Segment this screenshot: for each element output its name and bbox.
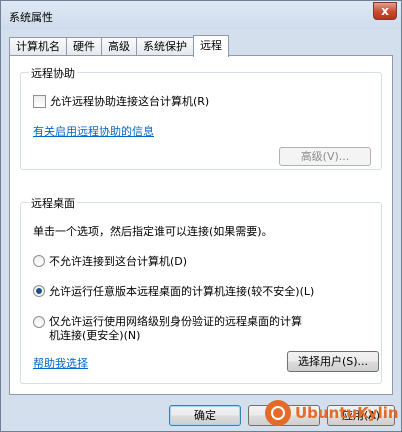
radio-row-deny[interactable]: 不允许连接到这台计算机(D) [33, 253, 187, 269]
allow-remote-assistance-row[interactable]: 允许远程协助连接这台计算机(R) [33, 93, 209, 109]
radio-row-nla[interactable]: 仅允许运行使用网络级别身份验证的远程桌面的计算 机连接(更安全)(N) [33, 315, 302, 343]
ubuntu-logo-icon [265, 400, 291, 426]
watermark-text: UbuntuKylin [295, 404, 399, 422]
close-icon: x [381, 4, 389, 18]
title-bar[interactable]: 系统属性 x [1, 1, 401, 29]
window-title: 系统属性 [9, 11, 53, 24]
radio-nla-label-line1: 仅允许运行使用网络级别身份验证的远程桌面的计算 [49, 315, 302, 328]
close-button[interactable]: x [373, 2, 397, 20]
help-me-choose-link[interactable]: 帮助我选择 [33, 355, 88, 371]
ok-button[interactable]: 确定 [169, 405, 241, 426]
remote-desktop-instruction: 单击一个选项，然后指定谁可以连接(如果需要)。 [33, 225, 273, 238]
advanced-button[interactable]: 高级(V)... [279, 147, 371, 166]
remote-assistance-info-link[interactable]: 有关启用远程协助的信息 [33, 123, 154, 139]
tab-hardware[interactable]: 硬件 [66, 37, 102, 56]
radio-nla-label: 仅允许运行使用网络级别身份验证的远程桌面的计算 机连接(更安全)(N) [49, 315, 302, 343]
ubuntukylin-watermark: UbuntuKylin [265, 394, 401, 432]
remote-assistance-group: 远程协助 允许远程协助连接这台计算机(R) 有关启用远程协助的信息 高级(V).… [20, 65, 382, 170]
radio-nla-label-line2: 机连接(更安全)(N) [49, 329, 141, 342]
system-properties-window: 系统属性 x 计算机名 硬件 高级 系统保护 远程 远程协助 允许远程协助连接这… [0, 0, 402, 432]
allow-remote-assistance-checkbox[interactable] [33, 94, 46, 108]
select-users-button[interactable]: 选择用户(S)... [287, 351, 379, 372]
tab-panel-remote: 远程协助 允许远程协助连接这台计算机(R) 有关启用远程协助的信息 高级(V).… [9, 55, 393, 395]
radio-allow-any-version[interactable] [33, 285, 45, 297]
radio-deny-label: 不允许连接到这台计算机(D) [49, 255, 188, 268]
radio-allow-nla-only[interactable] [33, 316, 45, 328]
radio-deny-connections[interactable] [33, 255, 45, 267]
tab-system-protection[interactable]: 系统保护 [136, 37, 194, 56]
remote-desktop-group: 远程桌面 单击一个选项，然后指定谁可以连接(如果需要)。 不允许连接到这台计算机… [20, 195, 382, 384]
radio-row-any-version[interactable]: 允许运行任意版本远程桌面的计算机连接(较不安全)(L) [33, 283, 314, 299]
tab-computer-name[interactable]: 计算机名 [9, 37, 67, 56]
tab-advanced[interactable]: 高级 [101, 37, 137, 56]
remote-assistance-title: 远程协助 [29, 65, 77, 81]
tab-remote[interactable]: 远程 [193, 35, 229, 57]
allow-remote-assistance-label: 允许远程协助连接这台计算机(R) [50, 95, 210, 108]
radio-any-version-label: 允许运行任意版本远程桌面的计算机连接(较不安全)(L) [49, 285, 315, 298]
tab-strip: 计算机名 硬件 高级 系统保护 远程 [9, 35, 229, 57]
remote-desktop-title: 远程桌面 [29, 195, 77, 211]
